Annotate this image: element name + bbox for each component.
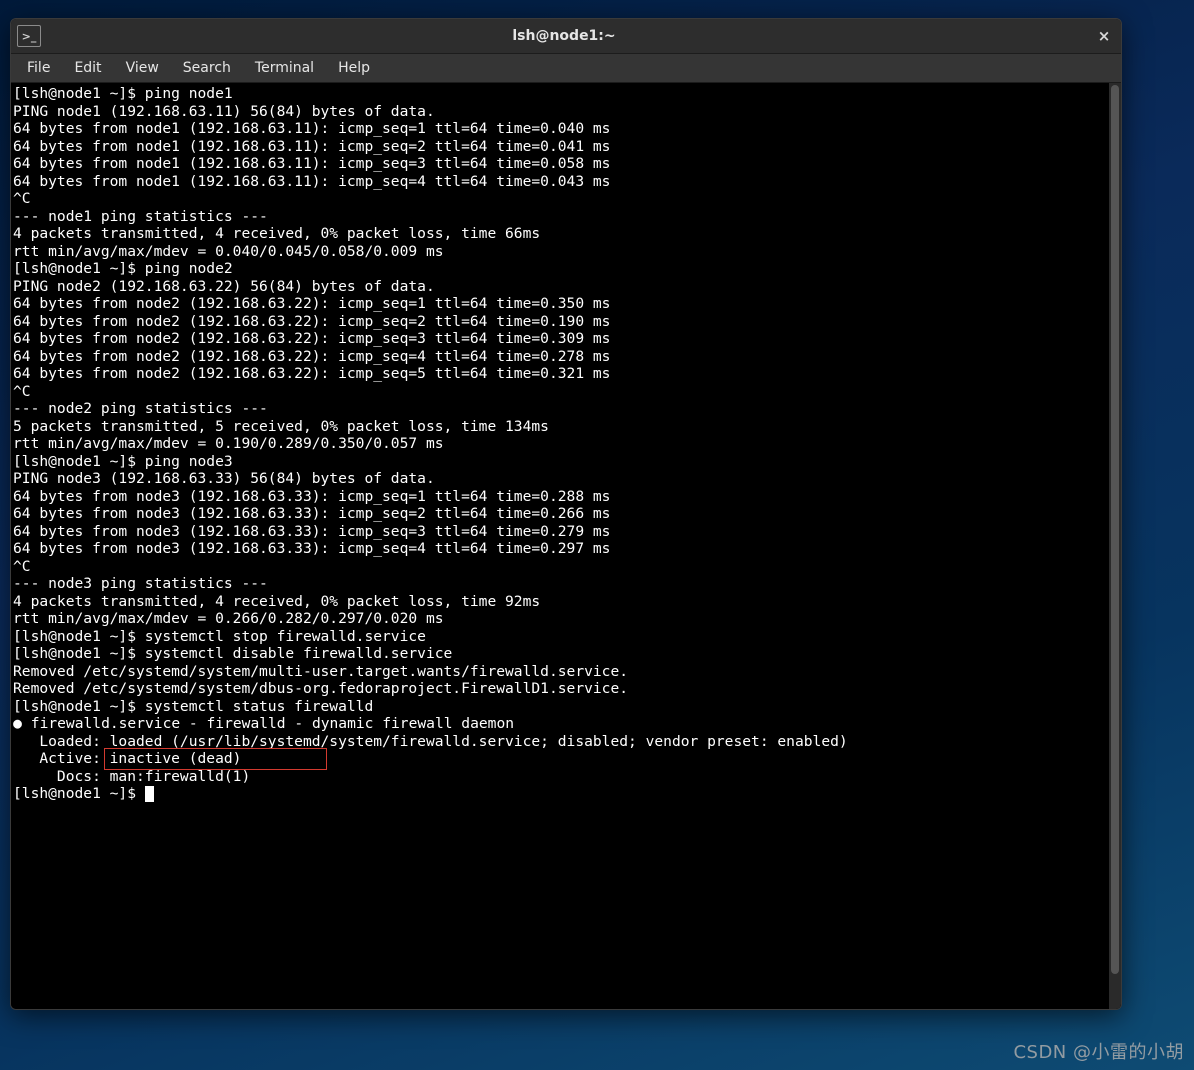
terminal-line: ^C	[13, 190, 1121, 208]
terminal-line: --- node3 ping statistics ---	[13, 575, 1121, 593]
menu-view[interactable]: View	[114, 56, 171, 80]
terminal-line: Active: inactive (dead)	[13, 750, 1121, 768]
terminal-line: rtt min/avg/max/mdev = 0.190/0.289/0.350…	[13, 435, 1121, 453]
terminal-line: ● firewalld.service - firewalld - dynami…	[13, 715, 1121, 733]
app-icon: >_	[17, 25, 41, 47]
cursor	[145, 786, 154, 802]
terminal-line: ^C	[13, 383, 1121, 401]
terminal-line: 4 packets transmitted, 4 received, 0% pa…	[13, 225, 1121, 243]
watermark: CSDN @小雷的小胡	[1013, 1038, 1184, 1064]
titlebar[interactable]: >_ lsh@node1:~ ×	[11, 19, 1121, 54]
terminal-line: rtt min/avg/max/mdev = 0.266/0.282/0.297…	[13, 610, 1121, 628]
status-bullet-icon: ●	[13, 715, 22, 733]
terminal-line: Removed /etc/systemd/system/dbus-org.fed…	[13, 680, 1121, 698]
terminal-line: --- node1 ping statistics ---	[13, 208, 1121, 226]
terminal-line: ^C	[13, 558, 1121, 576]
scrollbar-thumb[interactable]	[1111, 85, 1119, 974]
menu-terminal[interactable]: Terminal	[243, 56, 326, 80]
terminal-line: [lsh@node1 ~]$ ping node3	[13, 453, 1121, 471]
terminal-line: 64 bytes from node2 (192.168.63.22): icm…	[13, 313, 1121, 331]
terminal-glyph-icon: >_	[22, 31, 37, 42]
terminal-line: PING node3 (192.168.63.33) 56(84) bytes …	[13, 470, 1121, 488]
terminal-line: 5 packets transmitted, 5 received, 0% pa…	[13, 418, 1121, 436]
terminal-line: Loaded: loaded (/usr/lib/systemd/system/…	[13, 733, 1121, 751]
terminal-line: rtt min/avg/max/mdev = 0.040/0.045/0.058…	[13, 243, 1121, 261]
close-icon: ×	[1098, 27, 1111, 45]
terminal-line: [lsh@node1 ~]$ systemctl stop firewalld.…	[13, 628, 1121, 646]
menu-help[interactable]: Help	[326, 56, 382, 80]
terminal-line: PING node2 (192.168.63.22) 56(84) bytes …	[13, 278, 1121, 296]
terminal-line: 64 bytes from node3 (192.168.63.33): icm…	[13, 540, 1121, 558]
terminal-line: 64 bytes from node3 (192.168.63.33): icm…	[13, 488, 1121, 506]
terminal-line: Docs: man:firewalld(1)	[13, 768, 1121, 786]
terminal-line: 64 bytes from node1 (192.168.63.11): icm…	[13, 155, 1121, 173]
window-title: lsh@node1:~	[41, 28, 1087, 44]
terminal-line: Removed /etc/systemd/system/multi-user.t…	[13, 663, 1121, 681]
terminal-line: 64 bytes from node3 (192.168.63.33): icm…	[13, 505, 1121, 523]
terminal-line: 64 bytes from node1 (192.168.63.11): icm…	[13, 173, 1121, 191]
terminal-viewport[interactable]: [lsh@node1 ~]$ ping node1PING node1 (192…	[11, 83, 1121, 1009]
terminal-window: >_ lsh@node1:~ × File Edit View Search T…	[10, 18, 1122, 1010]
terminal-line: --- node2 ping statistics ---	[13, 400, 1121, 418]
terminal-line: 64 bytes from node1 (192.168.63.11): icm…	[13, 138, 1121, 156]
terminal-line: 64 bytes from node2 (192.168.63.22): icm…	[13, 295, 1121, 313]
menu-edit[interactable]: Edit	[62, 56, 113, 80]
terminal-line: [lsh@node1 ~]$ systemctl status firewall…	[13, 698, 1121, 716]
menu-file[interactable]: File	[15, 56, 62, 80]
terminal-line: 64 bytes from node1 (192.168.63.11): icm…	[13, 120, 1121, 138]
terminal-line: 64 bytes from node2 (192.168.63.22): icm…	[13, 365, 1121, 383]
terminal-line: [lsh@node1 ~]$ ping node1	[13, 85, 1121, 103]
terminal-line: 64 bytes from node3 (192.168.63.33): icm…	[13, 523, 1121, 541]
terminal-output[interactable]: [lsh@node1 ~]$ ping node1PING node1 (192…	[11, 83, 1121, 803]
terminal-line: 64 bytes from node2 (192.168.63.22): icm…	[13, 330, 1121, 348]
terminal-line: [lsh@node1 ~]$ systemctl disable firewal…	[13, 645, 1121, 663]
terminal-line: PING node1 (192.168.63.11) 56(84) bytes …	[13, 103, 1121, 121]
terminal-line: 4 packets transmitted, 4 received, 0% pa…	[13, 593, 1121, 611]
menubar: File Edit View Search Terminal Help	[11, 54, 1121, 83]
scrollbar[interactable]	[1109, 83, 1121, 1009]
close-button[interactable]: ×	[1087, 19, 1121, 53]
terminal-line: [lsh@node1 ~]$ ping node2	[13, 260, 1121, 278]
menu-search[interactable]: Search	[171, 56, 243, 80]
terminal-line: [lsh@node1 ~]$	[13, 785, 1121, 803]
terminal-line: 64 bytes from node2 (192.168.63.22): icm…	[13, 348, 1121, 366]
